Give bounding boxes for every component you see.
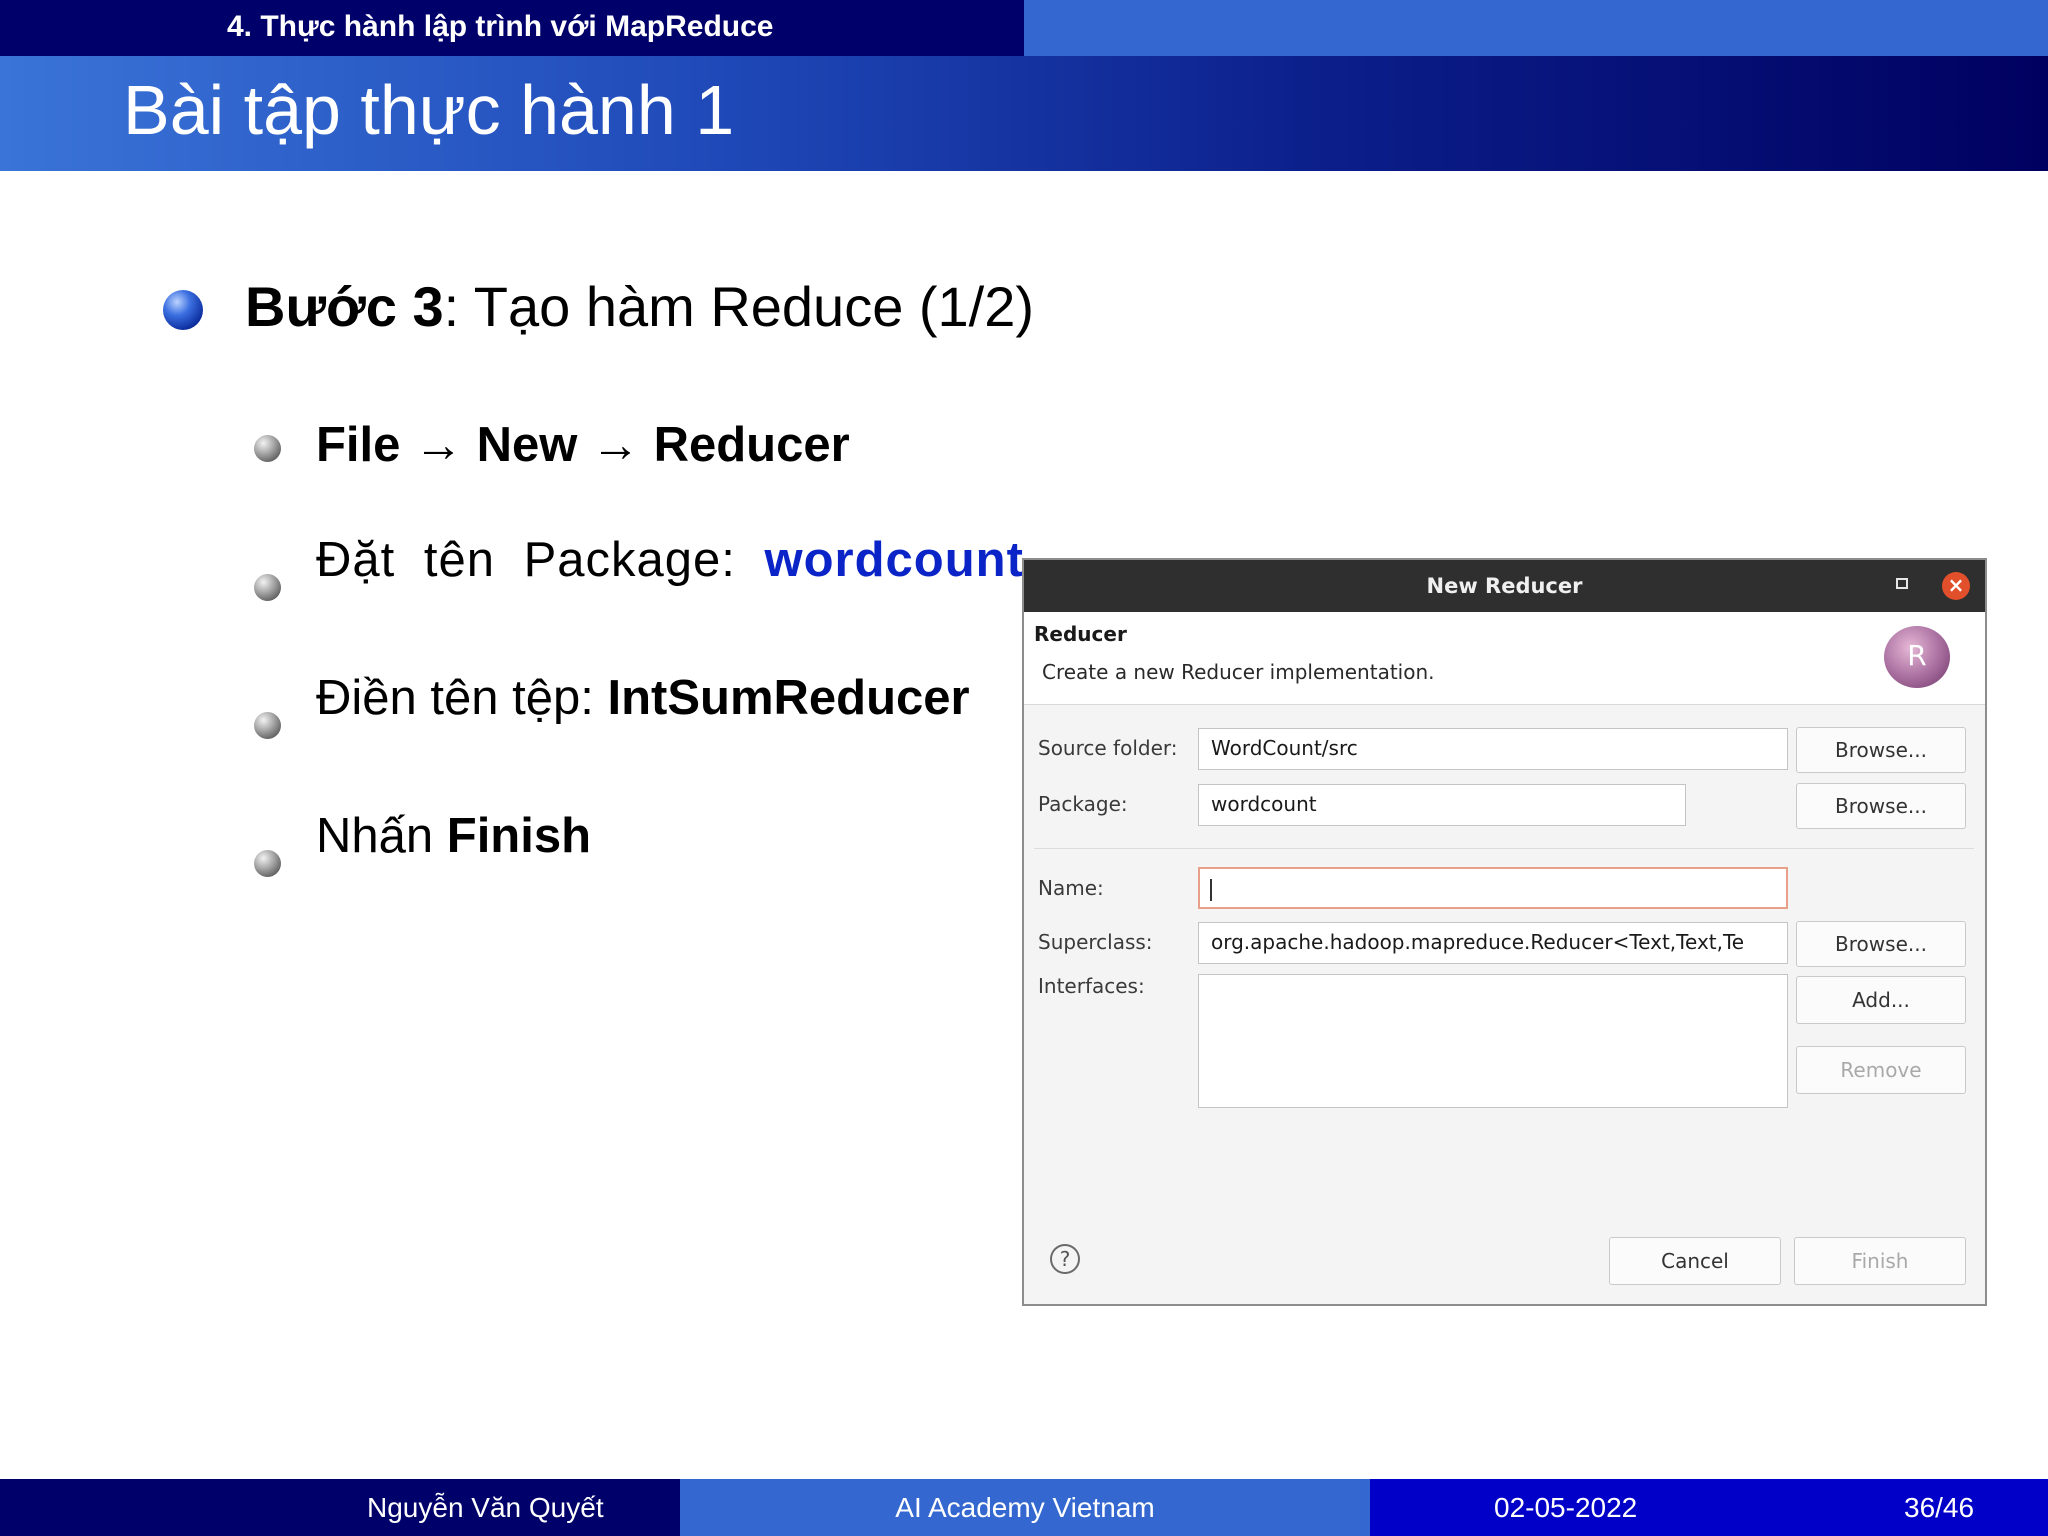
source-folder-label: Source folder: [1038,736,1178,760]
footer-author: Nguyễn Văn Quyết [367,1492,604,1523]
name-label: Name: [1038,876,1104,900]
file-prefix: Điền tên tệp: [316,671,608,725]
bullet-level2-icon [254,574,281,601]
interfaces-label: Interfaces: [1038,974,1145,998]
step-description: : Tạo hàm Reduce (1/2) [443,275,1035,338]
superclass-browse-button[interactable]: Browse... [1796,921,1966,967]
step-label: Bước 3 [245,275,444,338]
bullet-level1-icon [163,290,203,330]
close-icon[interactable]: × [1942,572,1970,600]
package-field[interactable]: wordcount [1198,784,1686,826]
bullet-level2-icon [254,850,281,877]
interfaces-list[interactable] [1198,974,1788,1108]
bullet-level2-icon [254,435,281,462]
finish-value: Finish [446,809,592,863]
menu-path-text: File → New → Reducer [316,418,850,472]
file-value: IntSumReducer [607,671,970,725]
package-value: wordcount [764,533,1024,587]
reducer-logo-icon: R [1884,626,1950,688]
package-prefix: Đặt tên Package: [316,533,765,587]
dialog-banner: Reducer Create a new Reducer implementat… [1024,612,1985,705]
package-label: Package: [1038,792,1128,816]
bullet-finish: Nhấn Finish [316,808,591,864]
footer-org: AI Academy Vietnam [680,1479,1370,1536]
source-folder-browse-button[interactable]: Browse... [1796,727,1966,773]
finish-prefix: Nhấn [316,809,447,863]
bullet-file-name: Điền tên tệp: IntSumReducer [316,670,970,726]
bullet-package: Đặt tên Package: wordcount [316,532,1024,588]
footer-page-number: 36/46 [1904,1492,1975,1523]
separator [1034,848,1974,849]
superclass-label: Superclass: [1038,930,1153,954]
package-browse-button[interactable]: Browse... [1796,783,1966,829]
text-caret [1210,878,1212,901]
section-title: 4. Thực hành lập trình với MapReduce [227,10,774,43]
name-field[interactable] [1198,867,1788,909]
add-interface-button[interactable]: Add... [1796,976,1966,1024]
bullet-level2-icon [254,712,281,739]
cancel-button[interactable]: Cancel [1609,1237,1781,1285]
footer-author-bar: Nguyễn Văn Quyết [0,1479,680,1536]
source-folder-field[interactable]: WordCount/src [1198,728,1788,770]
step-heading: Bước 3: Tạo hàm Reduce (1/2) [245,274,1034,339]
footer-meta-bar: 02-05-2022 36/46 [1370,1479,2048,1536]
remove-interface-button[interactable]: Remove [1796,1046,1966,1094]
finish-button[interactable]: Finish [1794,1237,1966,1285]
bullet-menu-path: File → New → Reducer [316,417,850,473]
header-section-bar-right [1024,0,2048,56]
dialog-heading: Reducer [1034,622,1127,646]
dialog-description: Create a new Reducer implementation. [1042,660,1435,684]
help-icon[interactable]: ? [1050,1244,1080,1274]
new-reducer-dialog: New Reducer × Reducer Create a new Reduc… [1022,558,1987,1306]
dialog-titlebar: New Reducer × [1024,560,1985,612]
dialog-title: New Reducer [1426,574,1583,598]
maximize-icon[interactable] [1896,578,1908,589]
superclass-field[interactable]: org.apache.hadoop.mapreduce.Reducer<Text… [1198,922,1788,964]
slide-title: Bài tập thực hành 1 [123,71,735,149]
footer-date: 02-05-2022 [1494,1492,1638,1523]
